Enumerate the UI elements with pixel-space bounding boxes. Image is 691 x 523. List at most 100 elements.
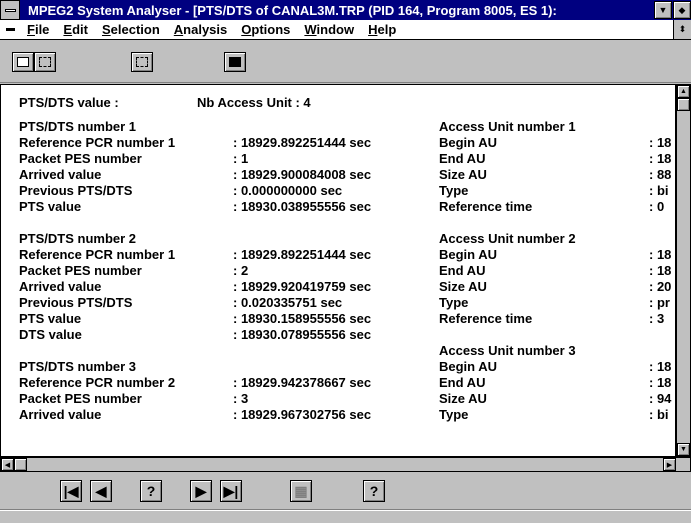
previous-button[interactable]: ◀ bbox=[90, 480, 112, 502]
row-label: Reference PCR number 2 bbox=[19, 375, 176, 390]
scroll-left-button[interactable]: ◀ bbox=[1, 458, 14, 471]
au-label: Begin AU bbox=[439, 359, 498, 374]
row-label: PTS value bbox=[19, 199, 82, 214]
row-label: Previous PTS/DTS bbox=[19, 183, 133, 198]
row-value: : 0.020335751 sec bbox=[233, 295, 343, 310]
menu-selection[interactable]: Selection bbox=[95, 22, 167, 37]
row-value: : 2 bbox=[233, 263, 249, 278]
au-label: Access Unit number 2 bbox=[439, 231, 576, 246]
arrow-right-icon: ▶ bbox=[666, 461, 673, 469]
nb-access-unit: Nb Access Unit : 4 bbox=[197, 95, 311, 110]
row-value: : 18929.967302756 sec bbox=[233, 407, 372, 422]
menu-edit[interactable]: Edit bbox=[56, 22, 95, 37]
menu-help[interactable]: Help bbox=[361, 22, 403, 37]
row-value: : 18930.038955556 sec bbox=[233, 199, 372, 214]
horizontal-scroll-thumb[interactable] bbox=[14, 458, 27, 471]
row-label: Arrived value bbox=[19, 279, 102, 294]
vertical-scrollbar[interactable]: ▲ ▼ bbox=[676, 84, 691, 457]
window-tool-button[interactable] bbox=[224, 52, 246, 72]
help-button[interactable]: ? bbox=[140, 480, 162, 502]
au-value: : bi bbox=[649, 183, 669, 198]
au-value: : 94 bbox=[649, 391, 672, 406]
goto-icon: ? bbox=[369, 483, 379, 499]
pts-dts-header-label: PTS/DTS value : bbox=[19, 95, 119, 110]
menu-window[interactable]: Window bbox=[297, 22, 361, 37]
help-icon: ? bbox=[146, 483, 156, 499]
row-label: PTS/DTS number 3 bbox=[19, 359, 137, 374]
restore-button[interactable]: ⬍ bbox=[673, 20, 691, 39]
row-value: : 1 bbox=[233, 151, 249, 166]
au-value: : 3 bbox=[649, 311, 665, 326]
row-label: Packet PES number bbox=[19, 151, 142, 166]
au-value: : 0 bbox=[649, 199, 665, 214]
dash-icon bbox=[5, 28, 15, 31]
horizontal-scrollbar[interactable]: ◀ ▶ bbox=[0, 457, 691, 472]
au-label: End AU bbox=[439, 375, 486, 390]
scroll-up-button[interactable]: ▲ bbox=[677, 85, 690, 98]
row-value: : 18929.892251444 sec bbox=[233, 135, 372, 150]
copy-tool-button[interactable] bbox=[12, 52, 34, 72]
au-label: Size AU bbox=[439, 279, 487, 294]
au-label: Size AU bbox=[439, 167, 487, 182]
row-label: PTS/DTS number 1 bbox=[19, 119, 137, 134]
menu-options[interactable]: Options bbox=[234, 22, 297, 37]
menu-file[interactable]: File bbox=[20, 22, 56, 37]
arrow-up-down-icon: ◆ bbox=[678, 4, 686, 15]
au-value: : 18 bbox=[649, 359, 672, 374]
au-label: Type bbox=[439, 295, 469, 310]
first-button[interactable]: |◀ bbox=[60, 480, 82, 502]
au-value: : 18 bbox=[649, 263, 672, 278]
au-label: Access Unit number 3 bbox=[439, 343, 576, 358]
select-tool-button[interactable] bbox=[131, 52, 153, 72]
au-label: Type bbox=[439, 183, 469, 198]
row-label: DTS value bbox=[19, 327, 82, 342]
grid-button[interactable]: ▦ bbox=[290, 480, 312, 502]
au-value: : 20 bbox=[649, 279, 672, 294]
maximize-button[interactable]: ◆ bbox=[673, 1, 691, 19]
toolbar bbox=[0, 41, 691, 83]
document-system-menu-button[interactable] bbox=[0, 20, 20, 39]
goto-button[interactable]: ? bbox=[363, 480, 385, 502]
au-value: : 88 bbox=[649, 167, 672, 182]
status-bar bbox=[0, 510, 691, 523]
row-label: Reference PCR number 1 bbox=[19, 247, 176, 262]
row-value: : 18930.158955556 sec bbox=[233, 311, 372, 326]
arrow-up-icon: ▲ bbox=[680, 88, 687, 95]
row-label: Reference PCR number 1 bbox=[19, 135, 176, 150]
row-label: Previous PTS/DTS bbox=[19, 295, 133, 310]
paste-tool-button[interactable] bbox=[34, 52, 56, 72]
au-label: End AU bbox=[439, 263, 486, 278]
system-menu-button[interactable] bbox=[0, 0, 20, 20]
row-value: : 18929.892251444 sec bbox=[233, 247, 372, 262]
row-label: Packet PES number bbox=[19, 263, 142, 278]
system-menu-icon bbox=[4, 8, 16, 12]
copy-icon bbox=[17, 57, 29, 67]
row-label: Packet PES number bbox=[19, 391, 142, 406]
navigation-bar: |◀ ◀ ? ▶ ▶| ▦ ? bbox=[0, 472, 691, 510]
first-icon: |◀ bbox=[63, 482, 79, 499]
row-value: : 3 bbox=[233, 391, 249, 406]
au-label: Reference time bbox=[439, 199, 533, 214]
arrow-left-icon: ◀ bbox=[4, 461, 11, 469]
arrow-up-down-icon: ⬍ bbox=[678, 24, 687, 34]
au-label: End AU bbox=[439, 151, 486, 166]
arrow-down-icon: ▼ bbox=[680, 446, 687, 453]
title-bar: MPEG2 System Analyser - [PTS/DTS of CANA… bbox=[0, 0, 691, 20]
selection-icon bbox=[136, 57, 148, 67]
last-button[interactable]: ▶| bbox=[220, 480, 242, 502]
row-label: PTS value bbox=[19, 311, 82, 326]
pts-dts-report: PTS/DTS value : Nb Access Unit : 4 PTS/D… bbox=[0, 84, 676, 457]
au-value: : 18 bbox=[649, 151, 672, 166]
scroll-down-button[interactable]: ▼ bbox=[677, 443, 690, 456]
minimize-button[interactable]: ▼ bbox=[654, 1, 672, 19]
vertical-scroll-thumb[interactable] bbox=[677, 98, 690, 111]
grid-icon: ▦ bbox=[294, 482, 308, 499]
menu-analysis[interactable]: Analysis bbox=[167, 22, 234, 37]
previous-icon: ◀ bbox=[95, 482, 107, 499]
au-label: Access Unit number 1 bbox=[439, 119, 576, 134]
au-value: : bi bbox=[649, 407, 669, 422]
row-value: : 18929.900084008 sec bbox=[233, 167, 372, 182]
arrow-down-icon: ▼ bbox=[658, 5, 668, 15]
scroll-right-button[interactable]: ▶ bbox=[663, 458, 676, 471]
next-button[interactable]: ▶ bbox=[190, 480, 212, 502]
